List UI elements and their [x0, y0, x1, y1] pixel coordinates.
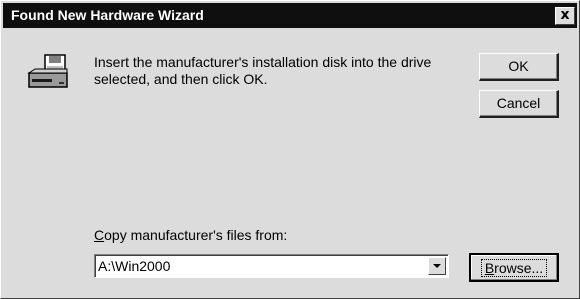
copy-from-label-rest: opy manufacturer's files from:	[104, 227, 288, 243]
dropdown-arrow-icon[interactable]	[428, 257, 446, 275]
instruction-text: Insert the manufacturer's installation d…	[94, 54, 432, 87]
browse-focus-rect: Browse...	[480, 259, 548, 277]
close-icon: x	[560, 7, 570, 23]
disk-drive-icon	[27, 54, 68, 88]
copy-from-label-accelerator: C	[94, 227, 105, 243]
copy-from-label: Copy manufacturer's files from:	[94, 227, 287, 243]
title-bar: Found New Hardware Wizard x	[3, 3, 577, 28]
wizard-window: Found New Hardware Wizard x Insert the m…	[0, 0, 580, 299]
copy-from-combobox[interactable]: A:\Win2000	[94, 254, 449, 278]
close-button[interactable]: x	[555, 7, 575, 25]
copy-from-value[interactable]: A:\Win2000	[98, 257, 170, 275]
browse-accelerator: B	[484, 260, 495, 276]
window-title: Found New Hardware Wizard	[11, 7, 204, 23]
ok-button[interactable]: OK	[479, 53, 559, 81]
browse-label-rest: rowse...	[494, 260, 544, 276]
browse-button[interactable]: Browse...	[469, 253, 559, 282]
cancel-button[interactable]: Cancel	[479, 90, 559, 118]
